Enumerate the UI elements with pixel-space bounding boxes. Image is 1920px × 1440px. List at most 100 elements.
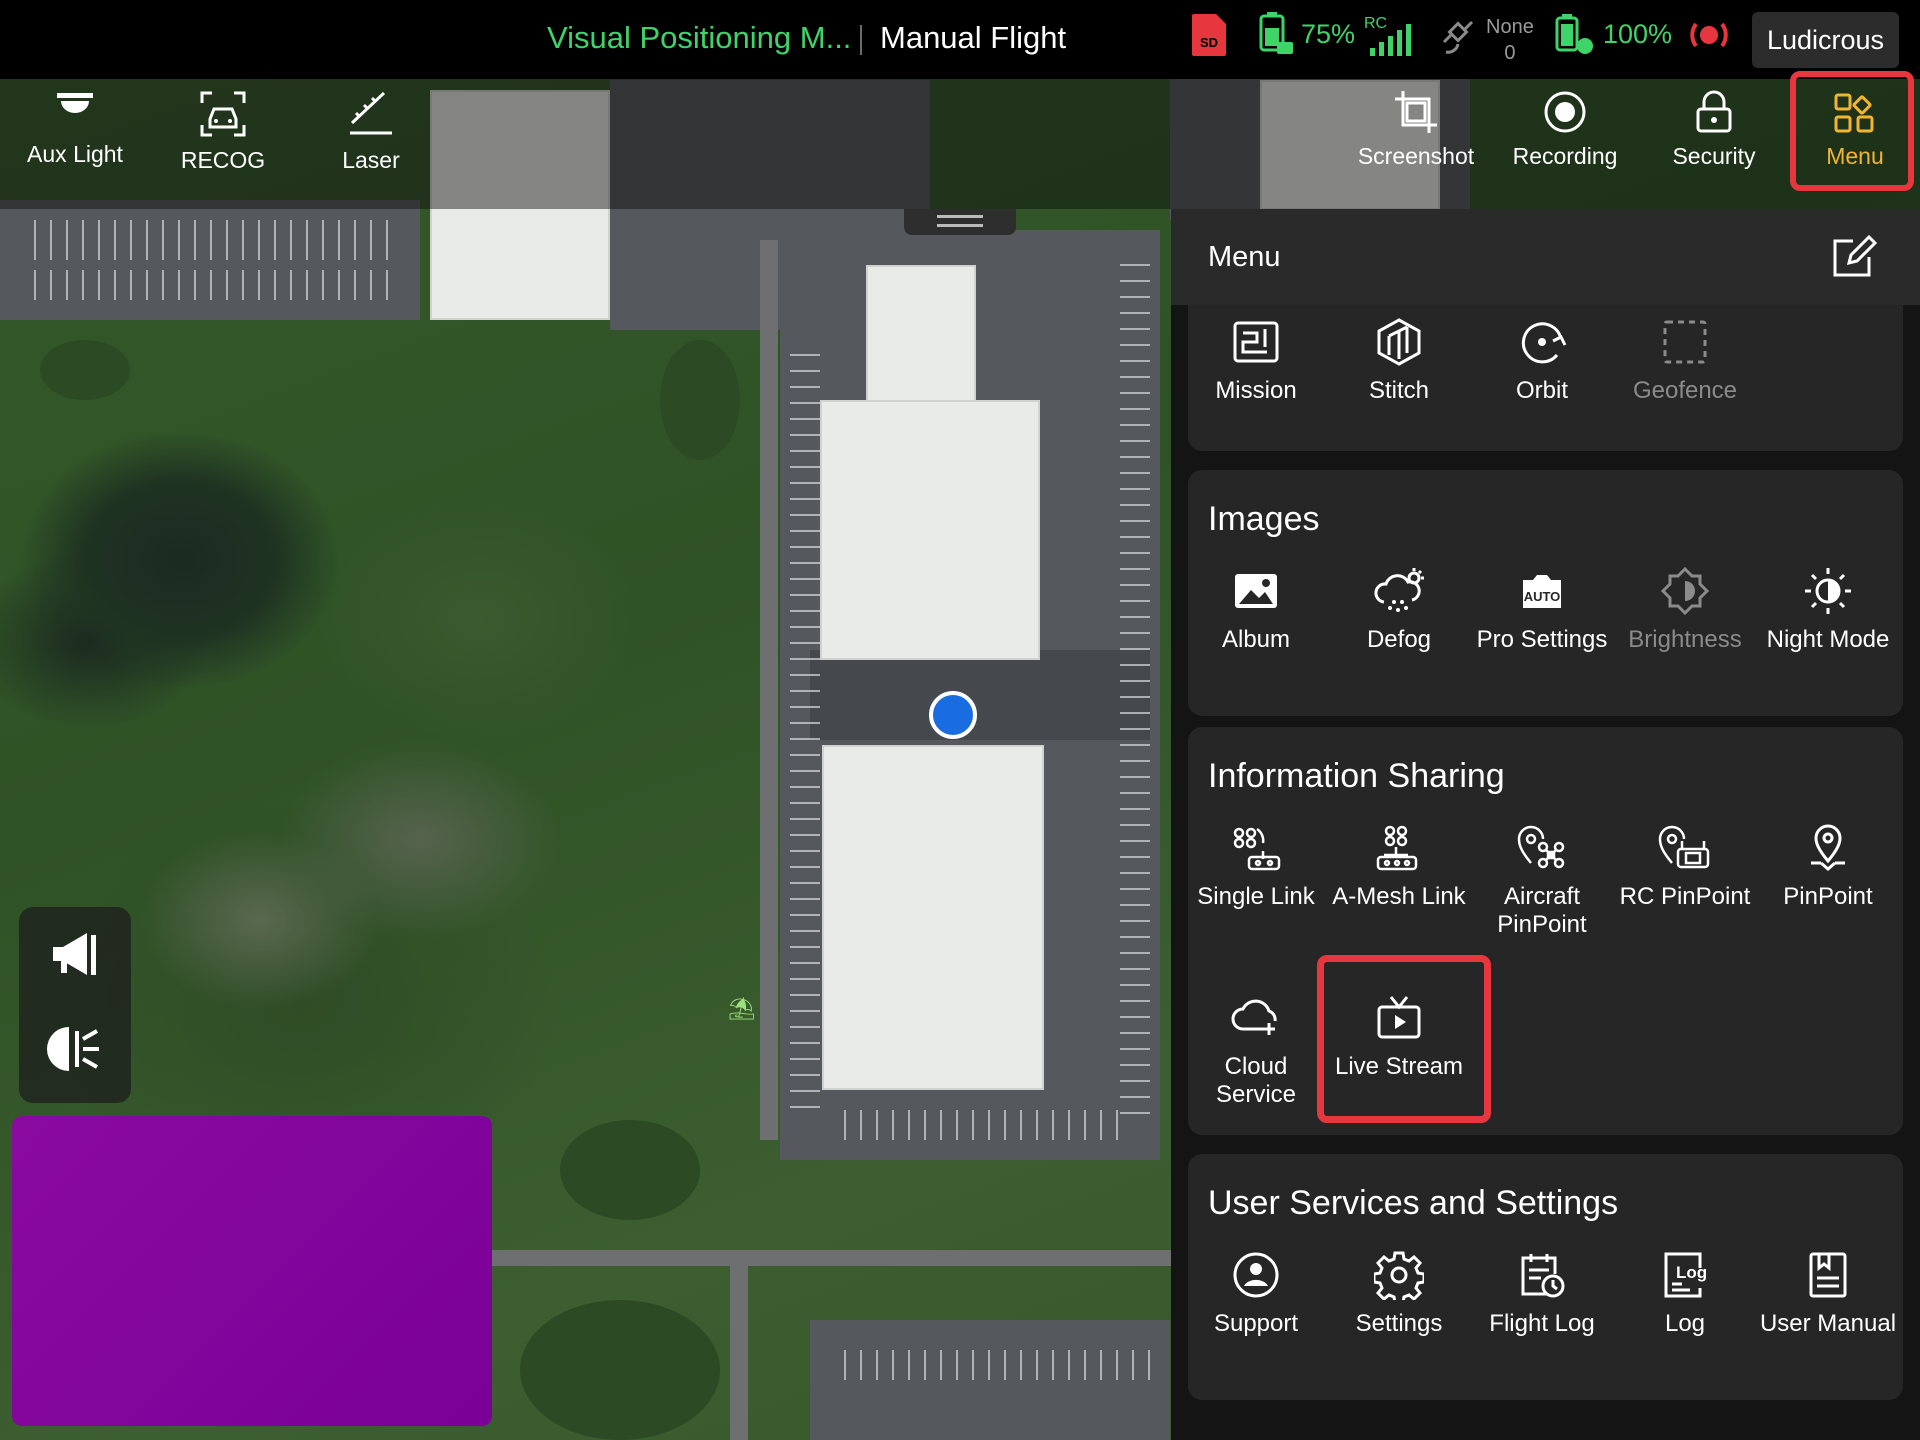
gps-count: 0	[1504, 42, 1516, 64]
gear-icon	[1374, 1251, 1424, 1300]
mission-button[interactable]: Mission	[1186, 317, 1326, 405]
aircraft-battery-status[interactable]: 75%	[1255, 12, 1355, 56]
defog-label: Defog	[1366, 626, 1432, 653]
information-sharing-card: Information Sharing Single Link A-Mesh L…	[1188, 727, 1903, 1135]
album-icon	[1235, 574, 1277, 608]
svg-text:AUTO: AUTO	[1524, 589, 1561, 604]
flight-mode-label[interactable]: Manual Flight	[880, 20, 1066, 56]
edit-icon[interactable]	[1829, 231, 1879, 281]
images-section-title: Images	[1208, 500, 1320, 538]
laser-icon	[350, 91, 392, 135]
pro-settings-button[interactable]: AUTO Pro Settings	[1472, 566, 1612, 654]
rc-battery-status[interactable]: 100%	[1553, 12, 1672, 56]
gps-status-label: None	[1486, 16, 1534, 38]
aircraft-pinpoint-label: Aircraft PinPoint	[1497, 883, 1587, 938]
panel-drag-handle[interactable]	[904, 209, 1016, 235]
orbit-button[interactable]: Orbit	[1472, 317, 1612, 405]
orbit-icon	[1521, 322, 1567, 364]
geofence-icon	[1663, 320, 1707, 364]
stitch-icon	[1377, 318, 1421, 366]
cloud-service-button[interactable]: Cloud Service	[1186, 993, 1326, 1109]
orbit-label: Orbit	[1515, 377, 1568, 404]
settings-button[interactable]: Settings	[1329, 1250, 1469, 1338]
mission-icon	[1233, 321, 1279, 363]
geofence-button[interactable]: Geofence	[1615, 317, 1755, 405]
single-link-button[interactable]: Single Link	[1186, 823, 1326, 911]
recording-button[interactable]: Recording	[1490, 79, 1640, 209]
recording-label: Recording	[1512, 143, 1618, 169]
stitch-button[interactable]: Stitch	[1329, 317, 1469, 405]
single-link-label: Single Link	[1197, 883, 1315, 910]
sd-label: SD	[1200, 35, 1218, 50]
screenshot-button[interactable]: Screenshot	[1341, 79, 1491, 209]
security-label: Security	[1672, 143, 1756, 169]
aircraft-location-marker[interactable]	[929, 691, 977, 739]
spotlight-button[interactable]	[47, 1023, 103, 1080]
laser-label: Laser	[342, 147, 400, 173]
menu-panel-header: Menu	[1171, 209, 1920, 305]
rc-signal-icon: RC	[1364, 15, 1411, 56]
live-stream-highlight	[1317, 955, 1491, 1123]
recog-button[interactable]: RECOG	[148, 79, 298, 209]
gps-readout: None 0	[1486, 14, 1534, 66]
satellite-icon	[1442, 20, 1474, 54]
brightness-icon	[1660, 566, 1710, 616]
aircraft-battery-icon	[1259, 12, 1293, 54]
night-mode-label: Night Mode	[1766, 626, 1890, 653]
album-label: Album	[1221, 626, 1291, 653]
screenshot-label: Screenshot	[1357, 143, 1475, 169]
side-controls	[19, 907, 131, 1103]
support-button[interactable]: Support	[1186, 1250, 1326, 1338]
picnic-poi-icon: ⛱	[728, 996, 756, 1021]
positioning-mode-label[interactable]: Visual Positioning M...	[547, 20, 851, 56]
rc-pinpoint-button[interactable]: RC PinPoint	[1615, 823, 1755, 911]
menu-panel-title: Menu	[1208, 241, 1281, 273]
aux-light-label: Aux Light	[27, 141, 123, 167]
auto-icon: AUTO	[1523, 575, 1561, 608]
screenshot-icon	[1395, 91, 1437, 133]
speed-mode-button[interactable]: Ludicrous	[1752, 12, 1899, 68]
mission-tools-card: Mission Stitch Orbit Geofence	[1188, 305, 1903, 451]
pinpoint-button[interactable]: PinPoint	[1758, 823, 1898, 911]
sd-card-icon: SD	[1192, 14, 1226, 56]
recording-icon	[1544, 91, 1586, 133]
megaphone-icon	[53, 933, 96, 975]
geofence-label: Geofence	[1632, 377, 1738, 404]
aircraft-battery-value: 75%	[1301, 18, 1356, 49]
mission-label: Mission	[1215, 377, 1297, 404]
security-button[interactable]: Security	[1639, 79, 1789, 209]
information-sharing-section-title: Information Sharing	[1208, 757, 1505, 795]
a-mesh-link-button[interactable]: A-Mesh Link	[1329, 823, 1469, 911]
brightness-button[interactable]: Brightness	[1615, 566, 1755, 654]
log-icon: Log	[1664, 1252, 1707, 1298]
cloud-service-icon	[1231, 999, 1277, 1035]
camera-preview-window[interactable]	[12, 1116, 492, 1426]
recog-label: RECOG	[180, 147, 266, 173]
speaker-button[interactable]	[47, 929, 103, 986]
pinpoint-label: PinPoint	[1783, 883, 1873, 910]
support-icon	[1233, 1252, 1279, 1298]
user-services-card: User Services and Settings Support Setti…	[1188, 1154, 1903, 1400]
album-button[interactable]: Album	[1186, 566, 1326, 654]
rc-label: RC	[1364, 15, 1387, 32]
rc-pinpoint-icon	[1658, 825, 1710, 869]
user-manual-label: User Manual	[1759, 1310, 1897, 1337]
aux-light-icon	[57, 93, 93, 113]
obstacle-sensing-status[interactable]	[1686, 12, 1732, 58]
aux-light-button[interactable]: Aux Light	[0, 79, 150, 209]
brightness-label: Brightness	[1628, 626, 1742, 653]
recog-icon	[200, 91, 246, 137]
rc-pinpoint-label: RC PinPoint	[1619, 883, 1751, 910]
sd-card-status[interactable]: SD	[1190, 12, 1228, 58]
rc-signal-status[interactable]: RC	[1362, 12, 1414, 58]
defog-button[interactable]: Defog	[1329, 566, 1469, 654]
gps-status[interactable]	[1440, 12, 1480, 58]
aircraft-pinpoint-icon	[1517, 825, 1565, 869]
user-manual-button[interactable]: User Manual	[1758, 1250, 1898, 1338]
night-mode-button[interactable]: Night Mode	[1758, 566, 1898, 654]
log-button[interactable]: Log Log	[1615, 1250, 1755, 1338]
flight-log-button[interactable]: Flight Log	[1472, 1250, 1612, 1338]
laser-button[interactable]: Laser	[296, 79, 446, 209]
pinpoint-icon	[1811, 824, 1845, 871]
aircraft-pinpoint-button[interactable]: Aircraft PinPoint	[1472, 823, 1612, 939]
